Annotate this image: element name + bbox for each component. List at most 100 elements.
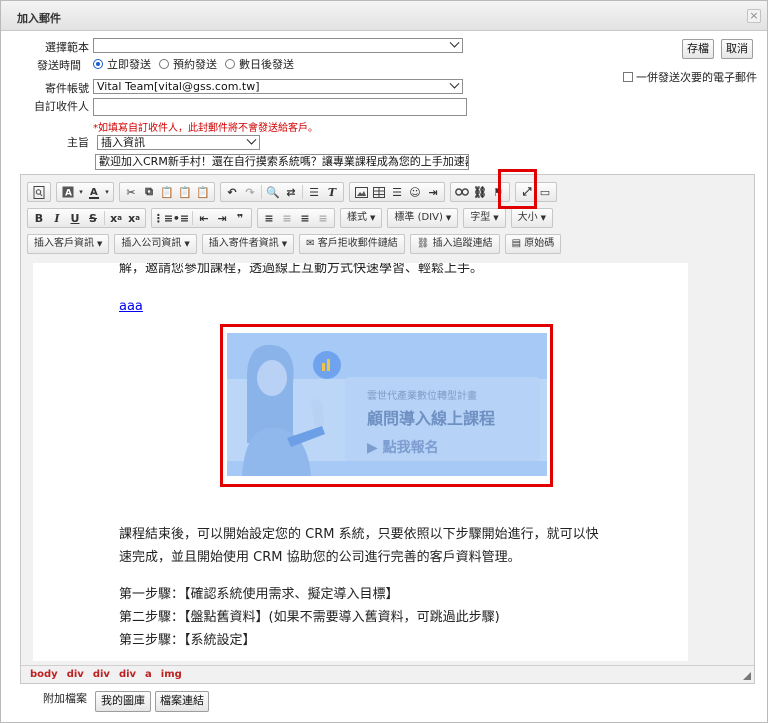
chevron-down-icon: ▼ (493, 214, 499, 222)
align-left-icon[interactable]: ≡ (260, 209, 278, 227)
template-select[interactable] (93, 38, 463, 53)
save-button[interactable]: 存檔 (682, 39, 714, 59)
content-para1-line2: 速完成，並且開始使用 CRM 協助您的公司進行完善的客戶資料管理。 (119, 550, 521, 565)
search-icon[interactable]: 🔍 (264, 183, 282, 201)
sender-value: Vital Team[vital@gss.com.tw] (97, 80, 260, 93)
chevron-down-icon: ▼ (445, 214, 452, 222)
copy-icon[interactable]: ⧉ (140, 183, 158, 201)
resize-grip-icon[interactable] (743, 672, 751, 680)
subject-insert-select[interactable]: 插入資訊 (97, 135, 260, 150)
toolbar-row-2: B I U S xa xa ⋮≡ •≡ ⇤ ⇥ ❞ ≡ ≡ ≡ ≡ 樣式 ▼ 標… (27, 207, 558, 229)
unsubscribe-link-button[interactable]: ✉ 客戶拒收郵件鏈結 (299, 234, 405, 254)
italic-icon[interactable]: I (48, 209, 66, 227)
select-all-icon[interactable]: ☰ (305, 183, 323, 201)
source-button[interactable]: ▤ 原始碼 (504, 234, 562, 254)
chevron-down-icon[interactable]: ▾ (103, 183, 111, 201)
file-link-button[interactable]: 檔案連結 (155, 691, 209, 712)
chevron-down-icon: ▼ (97, 240, 103, 248)
chevron-down-icon (449, 39, 460, 48)
remove-format-icon[interactable]: T (323, 183, 341, 201)
content-step-3: 第三步驟：【系統設定】 (119, 633, 256, 648)
content-step-1: 第一步驟：【確認系統使用需求、擬定導入目標】 (119, 587, 399, 602)
path-item-div[interactable]: div (119, 669, 136, 680)
indent-icon[interactable]: ⇥ (213, 209, 231, 227)
dialog-title: 加入郵件 (17, 12, 61, 25)
underline-icon[interactable]: U (66, 209, 84, 227)
send-time-label: 發送時間 (37, 59, 81, 72)
insert-company-info-button[interactable]: 插入公司資訊 ▼ (114, 234, 197, 254)
toolbar-group-history: ↶ ↷ 🔍 ⇄ ☰ T (220, 182, 344, 202)
toolbar-group-clipboard: ✂ ⧉ 📋 📋 📋 (119, 182, 215, 202)
style-combo[interactable]: 樣式 ▼ (340, 208, 383, 228)
svg-text:A: A (65, 189, 72, 199)
content-line-top: 解，邀請您參加課程，透過線上互動方式快速學習、輕鬆上手。 (119, 263, 484, 276)
strike-icon[interactable]: S (84, 209, 102, 227)
align-right-icon[interactable]: ≡ (296, 209, 314, 227)
paste-icon[interactable]: 📋 (158, 183, 176, 201)
paste-word-icon[interactable]: 📋 (194, 183, 212, 201)
path-item-div[interactable]: div (67, 669, 84, 680)
paste-text-icon[interactable]: 📋 (176, 183, 194, 201)
unlink-icon[interactable]: ⛓ (471, 183, 489, 201)
bold-icon[interactable]: B (30, 209, 48, 227)
image-icon[interactable] (352, 183, 370, 201)
page-break-icon[interactable]: ⇥ (424, 183, 442, 201)
custom-recipient-input[interactable] (93, 98, 467, 116)
tracking-link-button[interactable]: ⛓ 插入追蹤連結 (409, 234, 500, 254)
subject-insert-value: 插入資訊 (101, 136, 145, 149)
radio-send-now[interactable] (93, 59, 103, 69)
smiley-icon[interactable]: ☺ (406, 183, 424, 201)
preview-icon[interactable] (30, 183, 48, 201)
element-path-bar: body div div div a img (21, 665, 754, 683)
redo-icon[interactable]: ↷ (241, 183, 259, 201)
send-secondary-checkbox-row[interactable]: 一併發送次要的電子郵件 (623, 69, 757, 85)
numbered-list-icon[interactable]: ⋮≡ (153, 209, 173, 227)
path-item-img[interactable]: img (161, 669, 182, 680)
chevron-down-icon (246, 136, 257, 145)
close-icon[interactable]: × (747, 9, 761, 23)
undo-icon[interactable]: ↶ (223, 183, 241, 201)
background-color-icon[interactable]: A (59, 183, 77, 201)
horizontal-line-icon[interactable]: ☰ (388, 183, 406, 201)
sender-select[interactable]: Vital Team[vital@gss.com.tw] (93, 79, 463, 94)
highlight-link-button (498, 169, 537, 209)
insert-sender-info-button[interactable]: 插入寄件者資訊 ▼ (201, 234, 295, 254)
subscript-icon[interactable]: xa (107, 209, 125, 227)
my-gallery-button[interactable]: 我的圖庫 (95, 691, 151, 712)
bulleted-list-icon[interactable]: •≡ (172, 209, 190, 227)
path-item-body[interactable]: body (30, 669, 58, 680)
send-now-label: 立即發送 (107, 58, 151, 71)
align-justify-icon[interactable]: ≡ (314, 209, 332, 227)
chevron-down-icon[interactable]: ▾ (77, 183, 85, 201)
cancel-button[interactable]: 取消 (721, 39, 753, 59)
content-step-2: 第二步驟：【盤點舊資料】(如果不需要導入舊資料，可跳過此步驟) (119, 610, 500, 625)
highlight-banner-image (220, 324, 553, 487)
cut-icon[interactable]: ✂ (122, 183, 140, 201)
chevron-down-icon: ▼ (540, 214, 547, 222)
radio-days-later[interactable] (225, 59, 235, 69)
superscript-icon[interactable]: xa (125, 209, 143, 227)
show-blocks-icon[interactable]: ▭ (536, 183, 554, 201)
link-icon[interactable] (453, 183, 471, 201)
path-item-div[interactable]: div (93, 669, 110, 680)
outdent-icon[interactable]: ⇤ (195, 209, 213, 227)
align-center-icon[interactable]: ≡ (278, 209, 296, 227)
font-combo[interactable]: 字型 ▼ (463, 208, 506, 228)
path-item-a[interactable]: a (145, 669, 152, 680)
text-color-icon[interactable]: A (85, 183, 103, 201)
insert-customer-info-button[interactable]: 插入客戶資訊 ▼ (27, 234, 110, 254)
format-combo[interactable]: 標準 (DIV) ▼ (387, 208, 459, 228)
subject-input[interactable]: 歡迎加入CRM新手村！還在自行摸索系統嗎？讓專業課程成為您的上手加速器，i (95, 154, 469, 170)
toolbar-row-3: 插入客戶資訊 ▼ 插入公司資訊 ▼ 插入寄件者資訊 ▼ ✉ 客戶拒收郵件鏈結 ⛓ 插入… (27, 233, 566, 255)
chevron-down-icon (449, 80, 460, 89)
blockquote-icon[interactable]: ❞ (231, 209, 249, 227)
toolbar-group-basic-style: B I U S xa xa (27, 208, 146, 228)
radio-schedule[interactable] (159, 59, 169, 69)
replace-icon[interactable]: ⇄ (282, 183, 300, 201)
content-link[interactable]: aaa (119, 299, 143, 314)
send-secondary-checkbox[interactable] (623, 72, 633, 82)
table-icon[interactable] (370, 183, 388, 201)
size-combo[interactable]: 大小 ▼ (510, 208, 554, 228)
days-later-label: 數日後發送 (239, 58, 294, 71)
source-icon: ▤ (511, 238, 522, 249)
